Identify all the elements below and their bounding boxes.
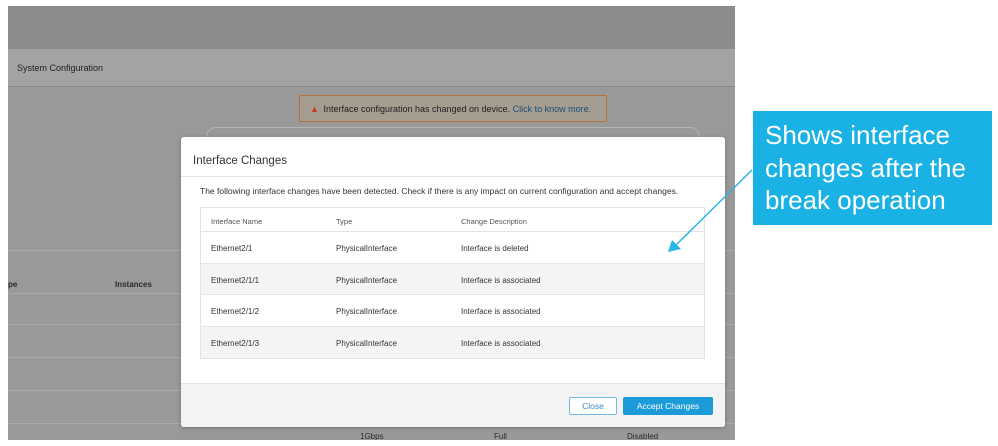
callout-arrow-icon bbox=[668, 169, 753, 252]
